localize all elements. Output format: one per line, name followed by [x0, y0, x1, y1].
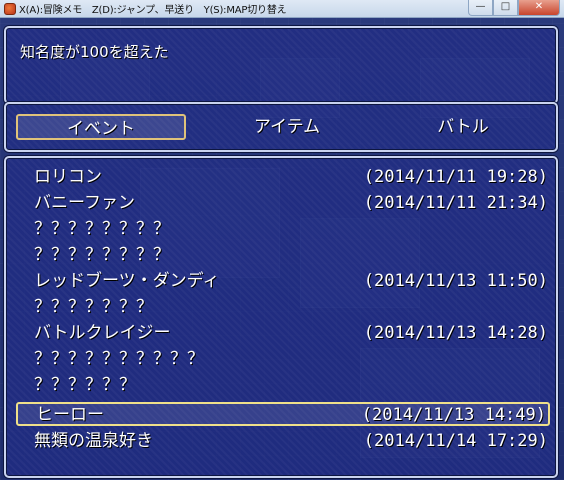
entry-date: (2014/11/11 19:28)	[363, 167, 548, 187]
achievement-list-window: ロリコン (2014/11/11 19:28) バニーファン (2014/11/…	[4, 156, 558, 478]
list-item[interactable]: ？？？？？？？	[16, 296, 550, 320]
entry-name: ？？？？？？	[34, 375, 136, 395]
list-item[interactable]: ？？？？？？？？	[16, 218, 550, 242]
entry-name: ロリコン	[34, 167, 102, 187]
entry-date: (2014/11/13 14:49)	[361, 405, 546, 425]
entry-name: バトルクレイジー	[34, 323, 171, 343]
help-text: 知名度が100を超えた	[20, 43, 169, 61]
minimize-button[interactable]: —	[468, 0, 493, 16]
window-controls: — □ ✕	[468, 0, 560, 16]
entry-date: (2014/11/13 14:28)	[363, 323, 548, 343]
category-tab-window: イベント アイテム バトル	[4, 102, 558, 152]
entry-name: レッドブーツ・ダンディ	[34, 271, 220, 291]
window-titlebar: X(A):冒険メモ Z(D):ジャンプ、早送り Y(S):MAP切り替え — □…	[0, 0, 564, 18]
tab-item[interactable]: アイテム	[202, 114, 372, 140]
list-item[interactable]: レッドブーツ・ダンディ (2014/11/13 11:50)	[16, 270, 550, 294]
list-item[interactable]: 無類の温泉好き (2014/11/14 17:29)	[16, 430, 550, 454]
entry-name: バニーファン	[34, 193, 135, 213]
maximize-button[interactable]: □	[493, 0, 518, 16]
list-item[interactable]: ？？？？？？？？？？	[16, 348, 550, 372]
tab-battle[interactable]: バトル	[378, 114, 548, 140]
help-window: 知名度が100を超えた	[4, 26, 558, 104]
game-screen: 知名度が100を超えた イベント アイテム バトル ロリコン (2014/11/…	[0, 18, 564, 480]
list-item[interactable]: バニーファン (2014/11/11 21:34)	[16, 192, 550, 216]
close-button[interactable]: ✕	[518, 0, 560, 16]
list-item[interactable]: バトルクレイジー (2014/11/13 14:28)	[16, 322, 550, 346]
window-title: X(A):冒険メモ Z(D):ジャンプ、早送り Y(S):MAP切り替え	[19, 5, 287, 16]
list-item[interactable]: ？？？？？？？？	[16, 244, 550, 268]
entry-date: (2014/11/13 11:50)	[363, 271, 548, 291]
entry-name: ？？？？？？？？	[34, 219, 170, 239]
entry-name: ヒーロー	[36, 405, 104, 425]
app-icon	[4, 2, 16, 15]
entry-name: ？？？？？？？	[34, 297, 153, 317]
entry-name: ？？？？？？？？？？	[34, 349, 204, 369]
entry-date: (2014/11/11 21:34)	[363, 193, 548, 213]
list-item-selected[interactable]: ヒーロー (2014/11/13 14:49)	[16, 402, 550, 426]
list-item[interactable]: ？？？？？？	[16, 374, 550, 398]
tab-event[interactable]: イベント	[16, 114, 186, 140]
list-item[interactable]: ロリコン (2014/11/11 19:28)	[16, 166, 550, 190]
entry-name: ？？？？？？？？	[34, 245, 170, 265]
entry-name: 無類の温泉好き	[34, 431, 153, 451]
entry-date: (2014/11/14 17:29)	[363, 431, 548, 451]
